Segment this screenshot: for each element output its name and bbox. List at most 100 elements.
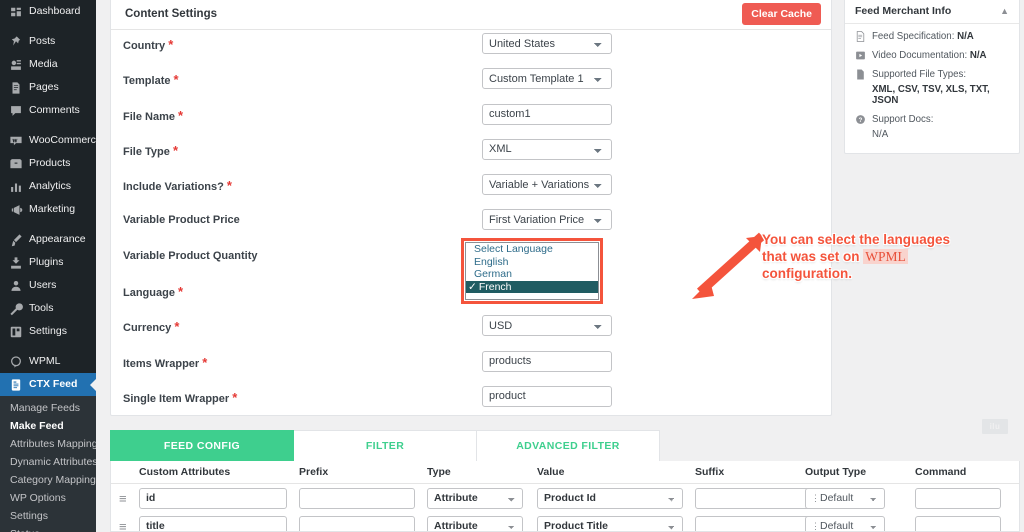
prefix-input[interactable] — [299, 487, 415, 509]
currency-select[interactable]: USD — [482, 315, 612, 337]
submenu-item-status[interactable]: Status — [0, 525, 96, 532]
form-row-file-name: File Name * — [111, 101, 831, 136]
sidebar-item-label: WPML — [29, 356, 61, 367]
submenu-item-settings[interactable]: Settings — [0, 507, 96, 525]
suffix-input[interactable] — [695, 487, 811, 509]
form-row-currency: Currency * USD — [111, 312, 831, 347]
currency-control: USD — [482, 315, 612, 337]
command-input[interactable] — [915, 515, 1001, 531]
variable-product-price-select[interactable]: First Variation Price — [482, 209, 612, 231]
language-listbox[interactable]: Select Language English German ✓ French — [465, 242, 599, 300]
submenu-item-dynamic-attributes[interactable]: Dynamic Attributes — [0, 453, 96, 471]
items-wrapper-input[interactable] — [482, 350, 612, 372]
sidebar-item-label: CTX Feed — [29, 379, 78, 390]
cell-suffix — [695, 487, 811, 509]
sidebar-item-appearance[interactable]: Appearance — [0, 228, 96, 251]
ghost-badge: ilu — [982, 419, 1008, 434]
submenu-item-attributes-mapping[interactable]: Attributes Mapping — [0, 435, 96, 453]
country-select[interactable]: United States — [482, 33, 612, 54]
tab-feed-config[interactable]: FEED CONFIG — [110, 430, 294, 461]
drag-handle-icon[interactable]: ≡ — [119, 520, 139, 532]
sidebar-separator — [0, 221, 96, 228]
sidebar-item-dashboard[interactable]: Dashboard — [0, 0, 96, 23]
sidebar-item-label: Media — [29, 59, 58, 70]
file-type-select[interactable]: XML — [482, 138, 612, 160]
merchant-info-row-support-docs: ? Support Docs: N/A — [855, 114, 1009, 140]
form-row-country: Country * United States — [111, 30, 831, 65]
required-asterisk: * — [178, 107, 184, 123]
sidebar-item-marketing[interactable]: Marketing — [0, 198, 96, 221]
svg-text:?: ? — [859, 118, 863, 124]
required-asterisk: * — [232, 389, 238, 405]
feed-merchant-info-body: Feed Specification: N/A Video Documentati… — [845, 24, 1019, 140]
sidebar-item-plugins[interactable]: Plugins — [0, 251, 96, 274]
file-name-input[interactable] — [482, 103, 612, 125]
sidebar-item-media[interactable]: Media — [0, 53, 96, 76]
tab-filter[interactable]: FILTER — [294, 430, 477, 461]
language-option-select-language[interactable]: Select Language — [466, 243, 598, 256]
content-settings-card: Content Settings Clear Cache Country * Un… — [110, 0, 832, 416]
language-option-german[interactable]: German — [466, 268, 598, 281]
column-header-output-type: Output Type — [805, 466, 867, 478]
sidebar-item-ctx-feed[interactable]: CTX Feed — [0, 373, 96, 396]
file-icon — [855, 69, 866, 80]
include-variations-label: Include Variations? * — [123, 178, 232, 194]
annotation-line-3: configuration. — [762, 266, 852, 281]
output-type-select[interactable]: Default — [805, 487, 885, 509]
submenu-item-manage-feeds[interactable]: Manage Feeds — [0, 399, 96, 417]
sidebar-item-analytics[interactable]: Analytics — [0, 175, 96, 198]
annotation-line-2-prefix: that was set on — [762, 249, 864, 264]
language-option-english[interactable]: English — [466, 256, 598, 269]
cell-command — [915, 487, 1019, 509]
sidebar-item-woocommerce[interactable]: WooCommerce — [0, 129, 96, 152]
check-icon: ✓ — [468, 280, 477, 293]
submenu-item-category-mapping[interactable]: Category Mapping — [0, 471, 96, 489]
sidebar-separator — [0, 23, 96, 30]
annotation-wpml-highlight: WPML — [863, 249, 908, 264]
clear-cache-button[interactable]: Clear Cache — [742, 3, 821, 25]
sidebar-item-label: Users — [29, 280, 57, 291]
type-select[interactable]: Attribute — [427, 487, 523, 509]
feed-merchant-info-title: Feed Merchant Info — [855, 5, 952, 17]
language-option-french[interactable]: ✓ French — [466, 280, 598, 294]
chevron-up-icon[interactable]: ▲ — [1000, 6, 1009, 16]
language-option-label: French — [478, 280, 512, 293]
sidebar-item-wpml[interactable]: WPML — [0, 350, 96, 373]
merchant-info-label: Supported File Types: — [872, 69, 967, 80]
type-select[interactable]: Attribute — [427, 515, 523, 531]
prefix-input[interactable] — [299, 515, 415, 531]
custom-attribute-input[interactable] — [139, 515, 287, 531]
sidebar-item-pages[interactable]: Pages — [0, 76, 96, 99]
sidebar-item-posts[interactable]: Posts — [0, 30, 96, 53]
merchant-info-label-row: ? Support Docs: — [855, 114, 1009, 125]
tab-advanced-filter[interactable]: ADVANCED FILTER — [477, 430, 660, 461]
sidebar-item-tools[interactable]: Tools — [0, 297, 96, 320]
feed-tabs: FEED CONFIG FILTER ADVANCED FILTER — [110, 430, 660, 461]
value-select[interactable]: Product Id — [537, 487, 683, 509]
sidebar-item-label: Products — [29, 158, 71, 169]
merchant-info-label-row: Supported File Types: — [855, 69, 1009, 80]
sidebar-item-label: Settings — [29, 326, 67, 337]
drag-handle-icon[interactable]: ≡ — [119, 492, 139, 505]
items-wrapper-label: Items Wrapper * — [123, 354, 208, 370]
include-variations-select[interactable]: Variable + Variations — [482, 174, 612, 196]
sidebar-item-products[interactable]: Products — [0, 152, 96, 175]
required-asterisk: * — [172, 142, 178, 158]
sidebar-item-comments[interactable]: Comments — [0, 99, 96, 122]
output-type-select[interactable]: Default — [805, 515, 885, 531]
sidebar-item-settings[interactable]: Settings — [0, 320, 96, 343]
submenu-item-wp-options[interactable]: WP Options — [0, 489, 96, 507]
merchant-info-value: N/A — [957, 31, 974, 42]
column-header-value: Value — [537, 466, 565, 478]
single-item-wrapper-input[interactable] — [482, 385, 612, 407]
sidebar-item-users[interactable]: Users — [0, 274, 96, 297]
suffix-input[interactable] — [695, 515, 811, 531]
template-select[interactable]: Custom Template 1 — [482, 68, 612, 90]
custom-attribute-input[interactable] — [139, 487, 287, 509]
submenu-item-make-feed[interactable]: Make Feed — [0, 417, 96, 435]
pin-icon — [8, 34, 23, 49]
command-input[interactable] — [915, 487, 1001, 509]
currency-label: Currency * — [123, 319, 180, 335]
value-select[interactable]: Product Title — [537, 515, 683, 531]
products-icon — [8, 156, 23, 171]
